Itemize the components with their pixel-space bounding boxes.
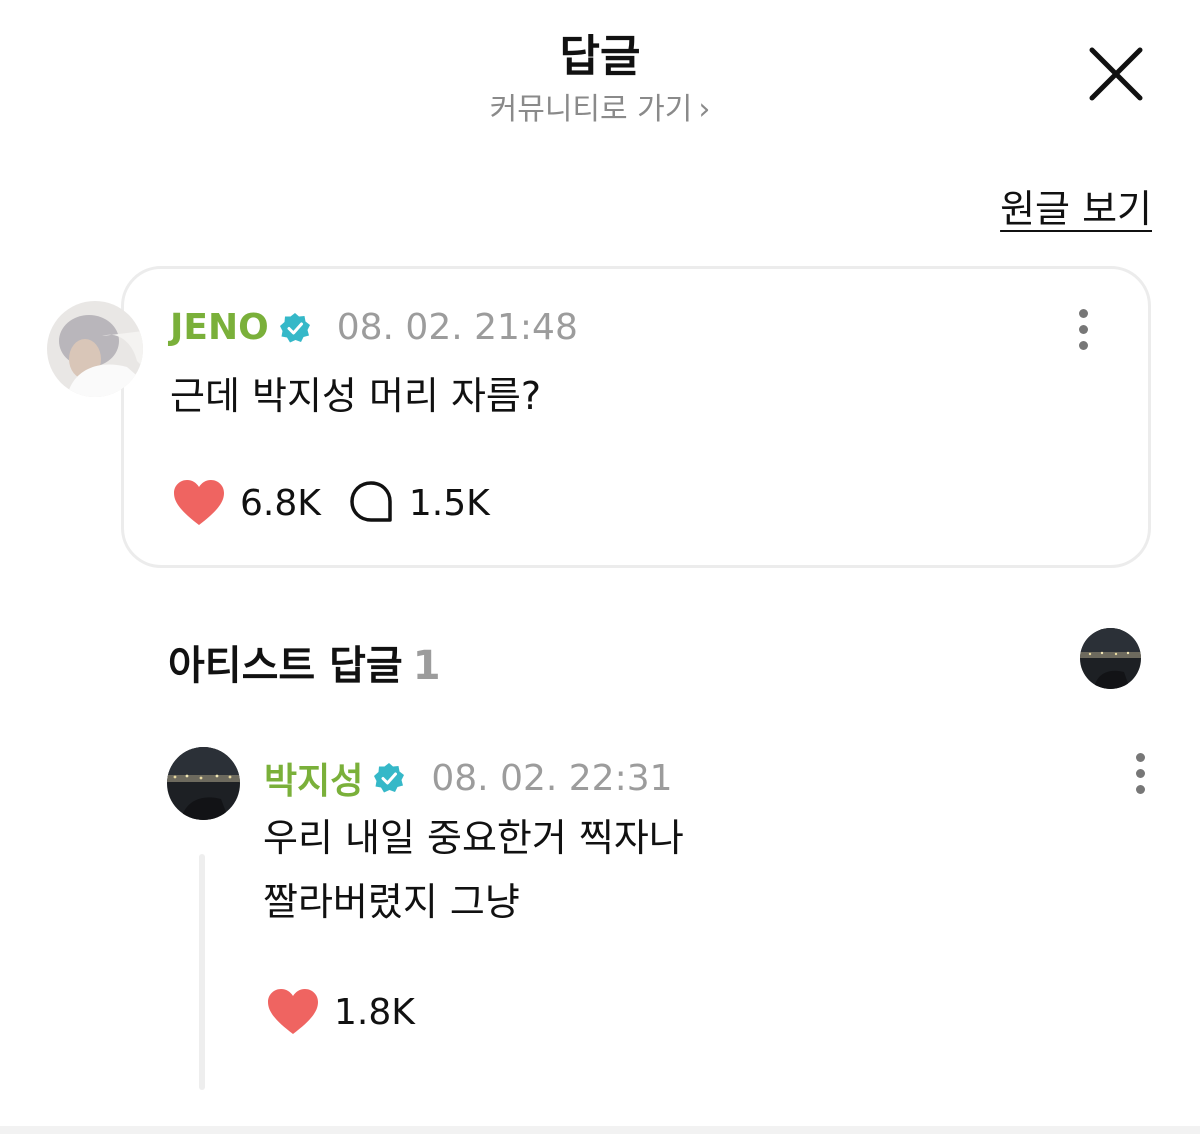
reply-author-row: 박지성 08. 02. 22:31 [264,752,673,804]
page-title: 답글 [559,31,641,82]
post-comment-count: 1.5K [408,482,490,524]
view-original-post-link[interactable]: 원글 보기 [1000,178,1152,233]
post-more-options-button[interactable] [1073,309,1093,353]
thread-line [199,854,205,1090]
post-author-name[interactable]: JENO [170,307,269,348]
go-to-community-link[interactable]: 커뮤니티로 가기 › [0,84,1200,128]
go-to-community-label: 커뮤니티로 가기 [489,92,693,127]
bottom-divider [0,1126,1200,1134]
heart-icon[interactable] [266,988,320,1036]
artist-avatar-small[interactable] [1080,628,1141,689]
close-button[interactable] [1084,42,1148,106]
avatar-photo [47,301,143,397]
verified-badge-icon [374,763,405,793]
reply-timestamp: 08. 02. 22:31 [431,757,673,799]
reply-author-avatar[interactable] [167,747,240,820]
post-like-count: 6.8K [240,482,321,524]
post-text: 근데 박지성 머리 자름? [170,374,542,418]
reply-like-count: 1.8K [334,991,415,1033]
avatar-photo [1080,628,1141,689]
reply-author-name[interactable]: 박지성 [264,752,363,804]
verified-badge-icon [279,312,310,342]
post-author-row: JENO 08. 02. 21:48 [170,307,578,348]
original-post-card: JENO 08. 02. 21:48 근데 박지성 머리 자름? 6.8K 1.… [121,266,1151,568]
chevron-right-icon: › [698,92,711,127]
comment-bubble-icon[interactable] [347,479,395,527]
post-timestamp: 08. 02. 21:48 [336,307,578,348]
avatar-photo [167,747,240,820]
artist-replies-heading: 아티스트 답글 1 [168,633,441,691]
reply-stats: 1.8K [266,988,415,1036]
artist-replies-title: 아티스트 답글 [168,643,403,689]
heart-icon[interactable] [172,479,226,527]
reply-more-options-button[interactable] [1130,753,1150,797]
post-stats: 6.8K 1.5K [172,479,490,527]
reply-text-line-1: 우리 내일 중요한거 찍자나 [263,816,684,860]
artist-replies-count: 1 [412,643,441,689]
close-x-icon [1089,47,1143,101]
reply-text-line-2: 짤라버렸지 그냥 [263,880,520,924]
reply-page: 답글 커뮤니티로 가기 › 원글 보기 JENO 08. 02. 21:48 근데… [0,0,1200,1134]
post-author-avatar[interactable] [47,301,143,397]
